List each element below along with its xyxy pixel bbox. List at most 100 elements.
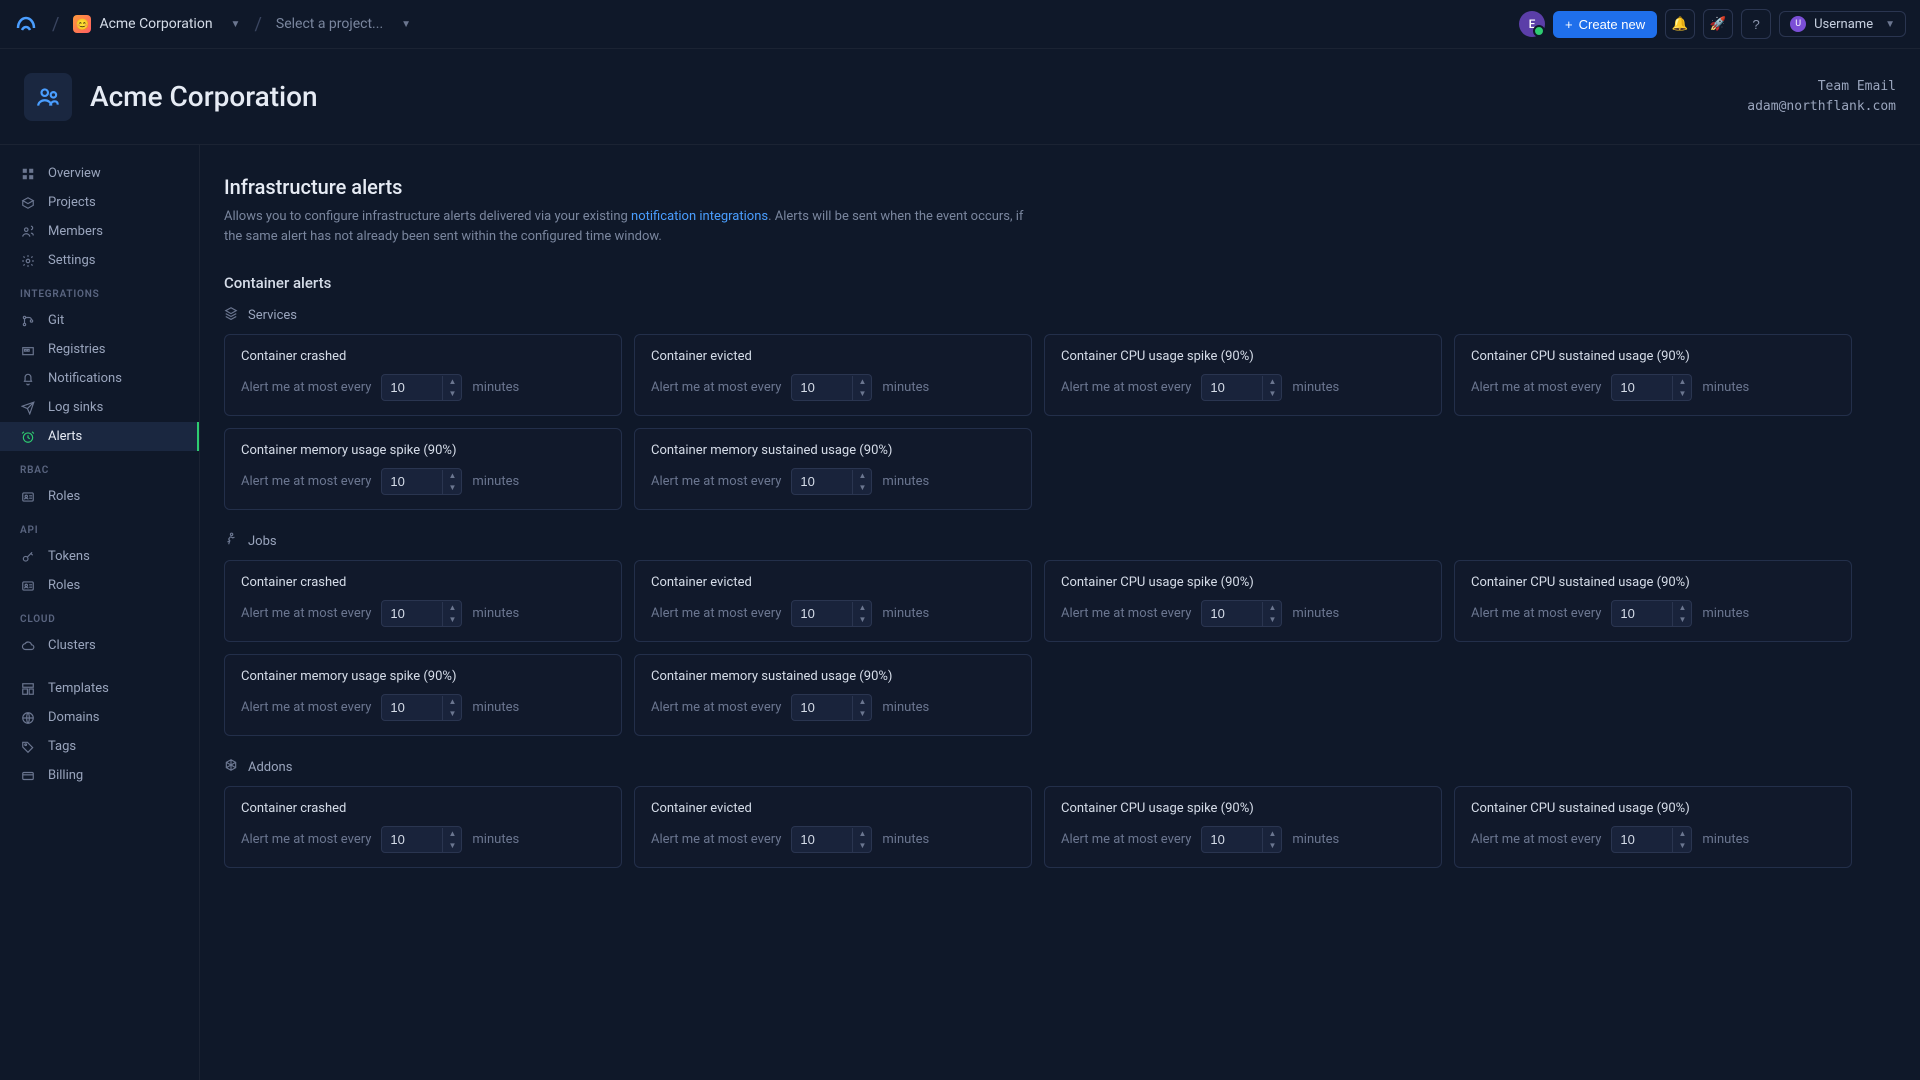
stepper-up[interactable]: ▲ bbox=[1263, 376, 1281, 388]
interval-input[interactable] bbox=[382, 695, 442, 720]
org-switcher[interactable]: 😊 Acme Corporation ▼ bbox=[73, 15, 240, 33]
sidebar-item-domains[interactable]: Domains bbox=[0, 703, 199, 732]
create-new-button[interactable]: + Create new bbox=[1553, 11, 1657, 38]
interval-input[interactable] bbox=[792, 375, 852, 400]
stepper-up[interactable]: ▲ bbox=[1673, 602, 1691, 614]
stepper-down[interactable]: ▼ bbox=[853, 482, 871, 494]
sidebar-item-tags[interactable]: Tags bbox=[0, 732, 199, 761]
sidebar-item-tokens[interactable]: Tokens bbox=[0, 542, 199, 571]
stepper-down[interactable]: ▼ bbox=[1263, 614, 1281, 626]
alert-title: Container CPU sustained usage (90%) bbox=[1471, 575, 1835, 590]
stepper-down[interactable]: ▼ bbox=[443, 614, 461, 626]
stepper-down[interactable]: ▼ bbox=[443, 482, 461, 494]
interval-input[interactable] bbox=[1202, 827, 1262, 852]
stepper-up[interactable]: ▲ bbox=[1673, 376, 1691, 388]
interval-stepper[interactable]: ▲▼ bbox=[1611, 374, 1692, 401]
run-icon bbox=[224, 532, 238, 550]
interval-stepper[interactable]: ▲▼ bbox=[1201, 374, 1282, 401]
interval-stepper[interactable]: ▲▼ bbox=[1611, 826, 1692, 853]
sidebar-item-settings[interactable]: Settings bbox=[0, 246, 199, 275]
interval-stepper[interactable]: ▲▼ bbox=[381, 374, 462, 401]
interval-input[interactable] bbox=[1612, 827, 1672, 852]
stepper-up[interactable]: ▲ bbox=[443, 696, 461, 708]
stepper-down[interactable]: ▼ bbox=[1263, 388, 1281, 400]
sidebar-heading: INTEGRATIONS bbox=[0, 275, 199, 306]
interval-stepper[interactable]: ▲▼ bbox=[381, 600, 462, 627]
interval-input[interactable] bbox=[792, 601, 852, 626]
stepper-up[interactable]: ▲ bbox=[853, 696, 871, 708]
stepper-down[interactable]: ▼ bbox=[853, 840, 871, 852]
sidebar-item-registries[interactable]: Registries bbox=[0, 335, 199, 364]
interval-stepper[interactable]: ▲▼ bbox=[381, 468, 462, 495]
notifications-button[interactable]: 🔔 bbox=[1665, 9, 1695, 39]
stepper-up[interactable]: ▲ bbox=[443, 470, 461, 482]
sidebar-item-roles[interactable]: Roles bbox=[0, 482, 199, 511]
stepper-up[interactable]: ▲ bbox=[443, 602, 461, 614]
help-button[interactable]: ? bbox=[1741, 9, 1771, 39]
presence-avatar[interactable]: E bbox=[1519, 11, 1545, 37]
sidebar-item-roles[interactable]: Roles bbox=[0, 571, 199, 600]
interval-input[interactable] bbox=[382, 601, 442, 626]
interval-stepper[interactable]: ▲▼ bbox=[381, 694, 462, 721]
interval-input[interactable] bbox=[1202, 601, 1262, 626]
stepper-up[interactable]: ▲ bbox=[853, 828, 871, 840]
interval-input[interactable] bbox=[382, 375, 442, 400]
interval-input[interactable] bbox=[382, 827, 442, 852]
stepper-down[interactable]: ▼ bbox=[1673, 614, 1691, 626]
interval-input[interactable] bbox=[792, 827, 852, 852]
interval-stepper[interactable]: ▲▼ bbox=[791, 826, 872, 853]
sidebar-item-overview[interactable]: Overview bbox=[0, 159, 199, 188]
user-menu[interactable]: U Username ▼ bbox=[1779, 11, 1906, 37]
stepper-up[interactable]: ▲ bbox=[1263, 828, 1281, 840]
interval-input[interactable] bbox=[792, 469, 852, 494]
alert-prefix: Alert me at most every bbox=[651, 474, 781, 489]
stepper-down[interactable]: ▼ bbox=[443, 708, 461, 720]
sidebar-item-billing[interactable]: Billing bbox=[0, 761, 199, 790]
interval-input[interactable] bbox=[1612, 375, 1672, 400]
interval-stepper[interactable]: ▲▼ bbox=[1611, 600, 1692, 627]
interval-input[interactable] bbox=[1202, 375, 1262, 400]
stepper-up[interactable]: ▲ bbox=[1673, 828, 1691, 840]
stepper-down[interactable]: ▼ bbox=[443, 840, 461, 852]
stepper-up[interactable]: ▲ bbox=[853, 376, 871, 388]
stepper-up[interactable]: ▲ bbox=[443, 828, 461, 840]
sidebar-item-templates[interactable]: Templates bbox=[0, 674, 199, 703]
sidebar-item-alerts[interactable]: Alerts bbox=[0, 422, 199, 451]
interval-stepper[interactable]: ▲▼ bbox=[791, 374, 872, 401]
project-placeholder: Select a project... bbox=[276, 16, 383, 32]
sidebar-item-projects[interactable]: Projects bbox=[0, 188, 199, 217]
alert-prefix: Alert me at most every bbox=[241, 832, 371, 847]
sidebar-item-label: Roles bbox=[48, 578, 80, 593]
stepper-down[interactable]: ▼ bbox=[1673, 388, 1691, 400]
interval-stepper[interactable]: ▲▼ bbox=[791, 600, 872, 627]
changelog-button[interactable]: 🚀 bbox=[1703, 9, 1733, 39]
notification-integrations-link[interactable]: notification integrations bbox=[631, 209, 768, 224]
stepper-down[interactable]: ▼ bbox=[443, 388, 461, 400]
sidebar-item-members[interactable]: Members bbox=[0, 217, 199, 246]
interval-stepper[interactable]: ▲▼ bbox=[791, 468, 872, 495]
stepper-up[interactable]: ▲ bbox=[1263, 602, 1281, 614]
stepper-up[interactable]: ▲ bbox=[443, 376, 461, 388]
interval-input[interactable] bbox=[792, 695, 852, 720]
stepper-down[interactable]: ▼ bbox=[853, 614, 871, 626]
stepper-down[interactable]: ▼ bbox=[853, 708, 871, 720]
project-switcher[interactable]: Select a project... ▼ bbox=[276, 16, 411, 32]
interval-input[interactable] bbox=[382, 469, 442, 494]
app-logo[interactable] bbox=[14, 12, 38, 36]
sidebar-item-log-sinks[interactable]: Log sinks bbox=[0, 393, 199, 422]
interval-stepper[interactable]: ▲▼ bbox=[381, 826, 462, 853]
sidebar-item-notifications[interactable]: Notifications bbox=[0, 364, 199, 393]
sidebar-item-clusters[interactable]: Clusters bbox=[0, 631, 199, 660]
sidebar-item-git[interactable]: Git bbox=[0, 306, 199, 335]
stepper-down[interactable]: ▼ bbox=[1263, 840, 1281, 852]
stepper-down[interactable]: ▼ bbox=[1673, 840, 1691, 852]
interval-stepper[interactable]: ▲▼ bbox=[1201, 826, 1282, 853]
interval-stepper[interactable]: ▲▼ bbox=[1201, 600, 1282, 627]
topbar: / 😊 Acme Corporation ▼ / Select a projec… bbox=[0, 0, 1920, 49]
interval-input[interactable] bbox=[1612, 601, 1672, 626]
alert-prefix: Alert me at most every bbox=[241, 606, 371, 621]
stepper-down[interactable]: ▼ bbox=[853, 388, 871, 400]
stepper-up[interactable]: ▲ bbox=[853, 602, 871, 614]
stepper-up[interactable]: ▲ bbox=[853, 470, 871, 482]
interval-stepper[interactable]: ▲▼ bbox=[791, 694, 872, 721]
